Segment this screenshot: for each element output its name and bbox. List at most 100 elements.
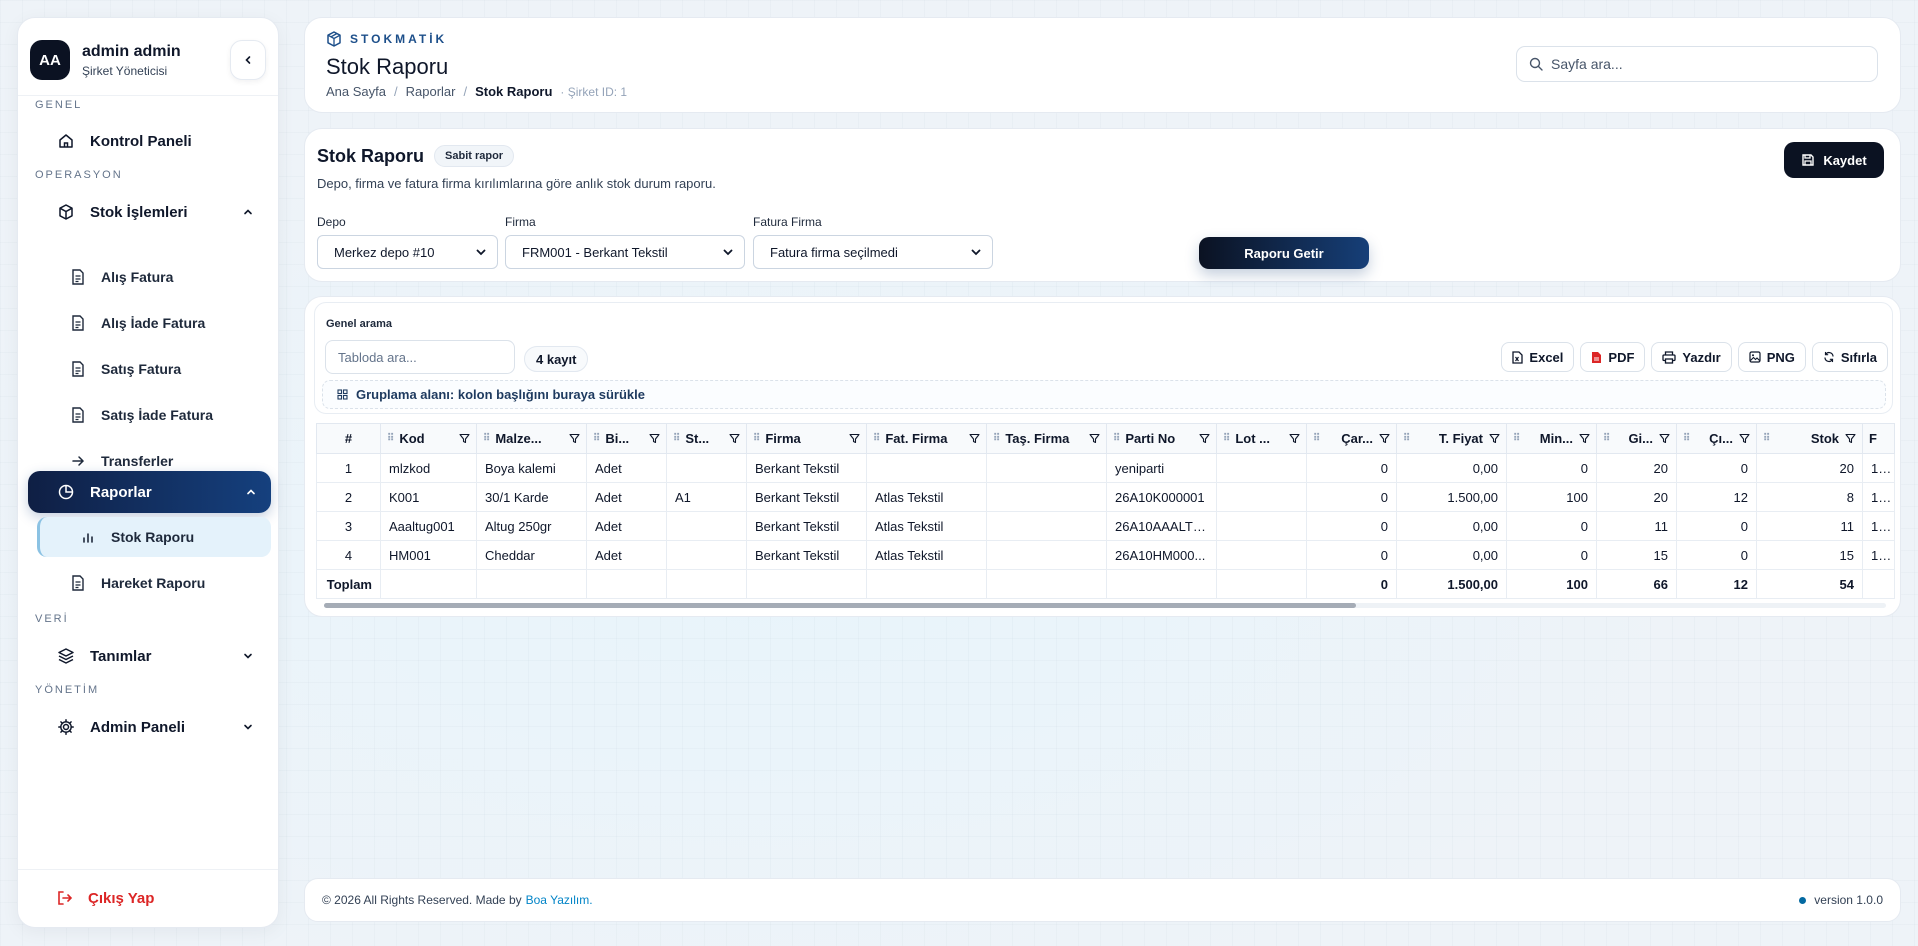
- drag-handle-icon[interactable]: ⠿: [387, 433, 394, 444]
- table-row[interactable]: 4 HM001 Cheddar Adet Berkant Tekstil Atlas Te…: [316, 540, 1895, 570]
- drag-handle-icon[interactable]: ⠿: [673, 433, 680, 444]
- logout-icon: [58, 891, 73, 905]
- column-header-label: Taş. Firma: [1005, 431, 1070, 446]
- filter-icon[interactable]: [1489, 433, 1500, 444]
- sidebar-item-tanimlar[interactable]: Tanımlar: [38, 636, 268, 676]
- filter-icon[interactable]: [649, 433, 660, 444]
- drag-handle-icon[interactable]: ⠿: [1313, 433, 1320, 444]
- drag-handle-icon[interactable]: ⠿: [593, 433, 600, 444]
- filter-icon[interactable]: [1199, 433, 1210, 444]
- filter-icon[interactable]: [569, 433, 580, 444]
- logout-button[interactable]: Çıkış Yap: [38, 889, 154, 907]
- scrollbar-thumb[interactable]: [324, 603, 1356, 608]
- table-total-row[interactable]: Toplam 0 1.500,00 100 66 12 54: [316, 569, 1895, 599]
- table-row[interactable]: 1 mlzkod Boya kalemi Adet Berkant Tekstil yen…: [316, 453, 1895, 483]
- column-header[interactable]: ⠿ Stok: [1756, 423, 1863, 454]
- drag-handle-icon[interactable]: ⠿: [1603, 433, 1610, 444]
- drag-handle-icon[interactable]: ⠿: [873, 433, 880, 444]
- column-header[interactable]: ⠿ Parti No: [1106, 423, 1217, 454]
- filter-icon[interactable]: [1379, 433, 1390, 444]
- filter-icon[interactable]: [969, 433, 980, 444]
- filter-icon[interactable]: [729, 433, 740, 444]
- drag-handle-icon[interactable]: ⠿: [993, 433, 1000, 444]
- column-header[interactable]: ⠿ Taş. Firma: [986, 423, 1107, 454]
- fatura-firma-select[interactable]: Fatura firma seçilmedi: [753, 235, 993, 269]
- pdf-button[interactable]: PDF: [1580, 342, 1646, 372]
- column-header[interactable]: ⠿ Fat. Firma: [866, 423, 987, 454]
- column-header[interactable]: ⠿ Çı...: [1676, 423, 1757, 454]
- sidebar-item-alis-fatura[interactable]: Alış Fatura: [54, 257, 288, 297]
- sidebar-item-raporlar[interactable]: Raporlar: [28, 471, 271, 513]
- drag-handle-icon[interactable]: ⠿: [1113, 433, 1120, 444]
- png-button[interactable]: PNG: [1737, 342, 1806, 372]
- column-header[interactable]: ⠿ Çar...: [1306, 423, 1397, 454]
- sidebar-item-satis-fatura[interactable]: Satış Fatura: [54, 349, 288, 389]
- column-header[interactable]: ⠿ Lot ...: [1216, 423, 1307, 454]
- column-header[interactable]: ⠿ St...: [666, 423, 747, 454]
- drag-handle-icon[interactable]: ⠿: [1513, 433, 1520, 444]
- filter-icon[interactable]: [1845, 433, 1856, 444]
- column-header[interactable]: ⠿ Gi...: [1596, 423, 1677, 454]
- drag-handle-icon[interactable]: ⠿: [753, 433, 760, 444]
- sidebar-item-hareket-raporu[interactable]: Hareket Raporu: [54, 563, 288, 603]
- page-search-input[interactable]: Sayfa ara...: [1516, 46, 1878, 82]
- filter-icon[interactable]: [459, 433, 470, 444]
- sidebar-item-alis-iade-fatura[interactable]: Alış İade Fatura: [54, 303, 288, 343]
- table-cell: 0: [1306, 511, 1397, 541]
- column-header[interactable]: #: [316, 423, 381, 454]
- filter-icon[interactable]: [1579, 433, 1590, 444]
- drag-handle-icon[interactable]: ⠿: [1223, 433, 1230, 444]
- sidebar-item-kontrol-paneli[interactable]: Kontrol Paneli: [38, 121, 268, 161]
- column-header[interactable]: ⠿ T. Fiyat: [1396, 423, 1507, 454]
- excel-button[interactable]: Excel: [1501, 342, 1575, 372]
- column-header[interactable]: F: [1862, 423, 1895, 454]
- horizontal-scrollbar[interactable]: [316, 601, 1894, 609]
- table-cell: [866, 569, 987, 599]
- print-button[interactable]: Yazdır: [1651, 342, 1732, 372]
- sidebar-item-stok-islemleri[interactable]: Stok İşlemleri: [38, 192, 268, 232]
- column-header[interactable]: ⠿ Bi...: [586, 423, 667, 454]
- breadcrumb-home[interactable]: Ana Sayfa: [326, 84, 386, 99]
- get-report-button[interactable]: Raporu Getir: [1199, 237, 1369, 269]
- drag-handle-icon[interactable]: ⠿: [483, 433, 490, 444]
- depo-select[interactable]: Merkez depo #10: [317, 235, 498, 269]
- sidebar-item-stok-raporu[interactable]: Stok Raporu: [37, 517, 271, 557]
- depo-value: Merkez depo #10: [334, 244, 435, 260]
- table-row[interactable]: 3 Aaaltug001 Altug 250gr Adet Berkant Teksti…: [316, 511, 1895, 541]
- filter-icon[interactable]: [1659, 433, 1670, 444]
- grouping-drop-zone[interactable]: Gruplama alanı: kolon başlığını buraya s…: [322, 380, 1886, 409]
- column-header-label: Çı...: [1709, 431, 1733, 446]
- table-row[interactable]: 2 K001 30/1 Karde Adet A1 Berkant Tekstil Atla…: [316, 482, 1895, 512]
- filter-icon[interactable]: [1739, 433, 1750, 444]
- column-header-label: T. Fiyat: [1438, 431, 1483, 446]
- column-header[interactable]: ⠿ Min...: [1506, 423, 1597, 454]
- table-search-input[interactable]: Tabloda ara...: [325, 340, 515, 374]
- search-label: Genel arama: [326, 318, 393, 330]
- reset-button[interactable]: Sıfırla: [1811, 342, 1888, 372]
- company-link[interactable]: Boa Yazılım.: [526, 893, 593, 907]
- filter-icon[interactable]: [1089, 433, 1100, 444]
- filter-icon[interactable]: [1289, 433, 1300, 444]
- column-header[interactable]: ⠿ Malze...: [476, 423, 587, 454]
- chevron-left-icon: [245, 56, 251, 64]
- version-info: version 1.0.0: [1799, 893, 1883, 907]
- column-header-label: Gi...: [1628, 431, 1653, 446]
- drag-handle-icon[interactable]: ⠿: [1403, 433, 1410, 444]
- drag-handle-icon[interactable]: ⠿: [1763, 433, 1770, 444]
- firma-select[interactable]: FRM001 - Berkant Tekstil: [505, 235, 745, 269]
- column-header-label: St...: [685, 431, 710, 446]
- sidebar-item-satis-iade-fatura[interactable]: Satış İade Fatura: [54, 395, 288, 435]
- filter-icon[interactable]: [849, 433, 860, 444]
- breadcrumb-raporlar[interactable]: Raporlar: [406, 84, 456, 99]
- save-button[interactable]: Kaydet: [1784, 142, 1884, 178]
- table-cell: 0,00: [1396, 511, 1507, 541]
- sidebar-item-label: Admin Paneli: [90, 718, 186, 736]
- drag-handle-icon[interactable]: ⠿: [1683, 433, 1690, 444]
- column-header[interactable]: ⠿ Kod: [380, 423, 477, 454]
- column-header[interactable]: ⠿ Firma: [746, 423, 867, 454]
- table-cell: Adet: [586, 540, 667, 570]
- sidebar-item-label: Transferler: [101, 453, 174, 469]
- collapse-sidebar-button[interactable]: [230, 40, 266, 80]
- sidebar-item-admin-paneli[interactable]: Admin Paneli: [38, 707, 268, 747]
- table-cell: 100: [1506, 569, 1597, 599]
